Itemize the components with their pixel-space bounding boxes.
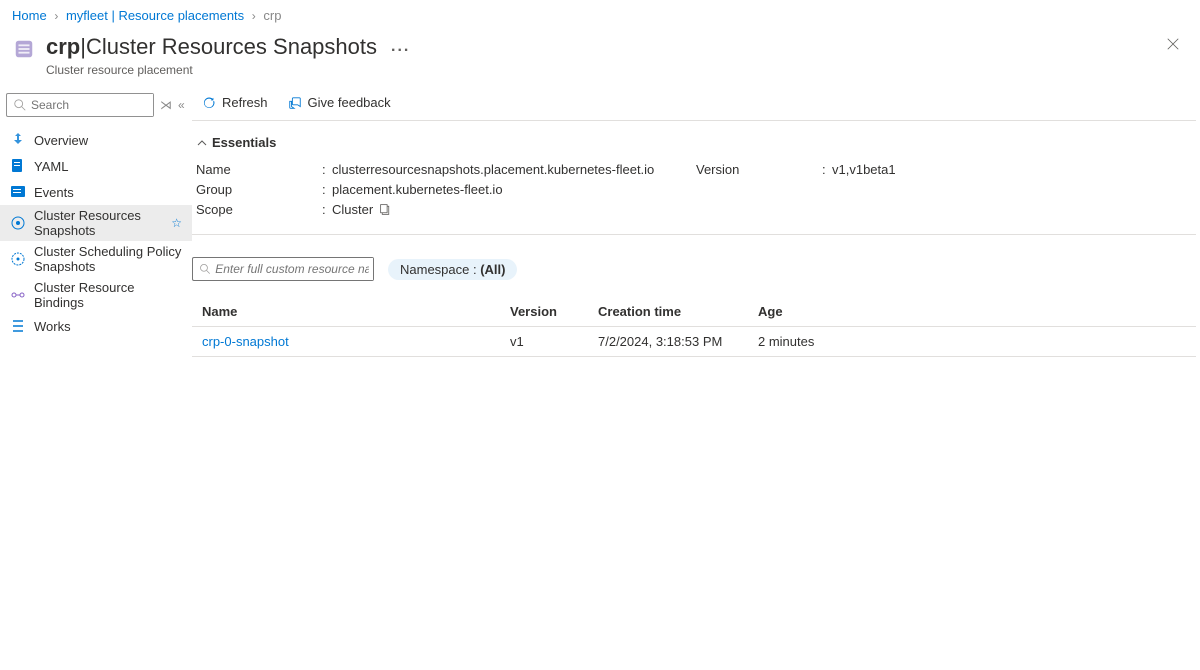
scheduling-icon xyxy=(10,251,26,267)
bindings-icon xyxy=(10,287,26,303)
search-icon xyxy=(199,262,211,276)
sidebar-item-events[interactable]: Events xyxy=(0,179,192,205)
feedback-label: Give feedback xyxy=(308,95,391,110)
sidebar-item-label: Cluster Resources Snapshots xyxy=(34,208,165,238)
sidebar-item-label: Events xyxy=(34,185,182,200)
command-bar: Refresh Give feedback xyxy=(192,87,1196,121)
breadcrumb-separator-icon: › xyxy=(252,9,256,23)
more-actions-button[interactable]: ... xyxy=(391,33,410,61)
namespace-filter-value: (All) xyxy=(480,262,505,277)
essentials-version-label: Version xyxy=(696,162,822,177)
table-header-row: Name Version Creation time Age xyxy=(192,297,1196,327)
column-header-age[interactable]: Age xyxy=(750,297,1196,327)
refresh-icon xyxy=(202,96,216,110)
filter-bar: Namespace : (All) xyxy=(192,235,1196,297)
works-icon xyxy=(10,318,26,334)
sidebar-item-cluster-resources-snapshots[interactable]: Cluster Resources Snapshots ☆ xyxy=(0,205,192,241)
refresh-label: Refresh xyxy=(222,95,268,110)
essentials-group-label: Group xyxy=(196,182,322,197)
resources-table: Name Version Creation time Age crp-0-sna… xyxy=(192,297,1196,357)
sidebar-item-label: Works xyxy=(34,319,182,334)
resource-age: 2 minutes xyxy=(750,327,1196,357)
favorite-star-icon[interactable]: ☆ xyxy=(171,216,182,230)
breadcrumb-link-fleet[interactable]: myfleet | Resource placements xyxy=(66,8,244,23)
overview-icon xyxy=(10,132,26,148)
essentials-name-value: clusterresourcesnapshots.placement.kuber… xyxy=(332,162,654,177)
page-header: crp | Cluster Resources Snapshots ... Cl… xyxy=(0,29,1200,87)
essentials-scope-value: Cluster xyxy=(332,202,373,217)
essentials-section: Essentials Name : clusterresourcesnapsho… xyxy=(192,121,1196,235)
sidebar-search-box[interactable] xyxy=(6,93,154,117)
feedback-icon xyxy=(288,96,302,110)
main-content: Refresh Give feedback Essentials Name : … xyxy=(192,87,1200,670)
sidebar-item-label: Cluster Scheduling Policy Snapshots xyxy=(34,244,182,274)
copy-icon[interactable] xyxy=(379,203,392,216)
sidebar-item-works[interactable]: Works xyxy=(0,313,192,339)
essentials-name-label: Name xyxy=(196,162,322,177)
resource-creation-time: 7/2/2024, 3:18:53 PM xyxy=(590,327,750,357)
events-icon xyxy=(10,184,26,200)
search-icon xyxy=(13,98,27,112)
essentials-toggle[interactable]: Essentials xyxy=(192,135,1196,150)
refresh-button[interactable]: Refresh xyxy=(198,93,272,112)
give-feedback-button[interactable]: Give feedback xyxy=(284,93,395,112)
page-subtitle: Cluster resource placement xyxy=(46,63,410,77)
collapse-icon[interactable]: « xyxy=(178,98,185,112)
essentials-version-value: v1,v1beta1 xyxy=(832,162,896,177)
sidebar-item-resource-bindings[interactable]: Cluster Resource Bindings xyxy=(0,277,192,313)
breadcrumb-link-home[interactable]: Home xyxy=(12,8,47,23)
resource-version: v1 xyxy=(502,327,590,357)
sidebar-item-overview[interactable]: Overview xyxy=(0,127,192,153)
page-title: crp | Cluster Resources Snapshots ... xyxy=(46,33,410,61)
resource-name-filter-input[interactable] xyxy=(215,258,373,280)
resource-type-icon xyxy=(12,37,36,61)
sidebar-item-scheduling-policy-snapshots[interactable]: Cluster Scheduling Policy Snapshots xyxy=(0,241,192,277)
essentials-header-label: Essentials xyxy=(212,135,276,150)
column-header-creation-time[interactable]: Creation time xyxy=(590,297,750,327)
sidebar-item-label: Overview xyxy=(34,133,182,148)
breadcrumb: Home › myfleet | Resource placements › c… xyxy=(0,0,1200,29)
sidebar-item-yaml[interactable]: YAML xyxy=(0,153,192,179)
namespace-filter-label: Namespace : xyxy=(400,262,480,277)
sidebar-item-label: YAML xyxy=(34,159,182,174)
column-header-name[interactable]: Name xyxy=(192,297,502,327)
essentials-scope-label: Scope xyxy=(196,202,322,217)
sidebar-item-label: Cluster Resource Bindings xyxy=(34,280,182,310)
resource-name-link[interactable]: crp-0-snapshot xyxy=(202,334,289,349)
close-button[interactable] xyxy=(1162,33,1184,60)
chevron-up-icon xyxy=(196,137,208,149)
namespace-filter-pill[interactable]: Namespace : (All) xyxy=(388,259,517,280)
table-row[interactable]: crp-0-snapshot v1 7/2/2024, 3:18:53 PM 2… xyxy=(192,327,1196,357)
unpin-icon[interactable]: ⋊ xyxy=(160,98,172,112)
breadcrumb-current: crp xyxy=(263,8,281,23)
essentials-group-value: placement.kubernetes-fleet.io xyxy=(332,182,503,197)
sidebar: ⋊ « Overview YAML Events Cluster Resourc… xyxy=(0,87,192,670)
yaml-icon xyxy=(10,158,26,174)
snapshot-icon xyxy=(10,215,26,231)
breadcrumb-separator-icon: › xyxy=(54,9,58,23)
title-section: Cluster Resources Snapshots xyxy=(86,34,377,60)
sidebar-search-input[interactable] xyxy=(31,94,153,116)
column-header-version[interactable]: Version xyxy=(502,297,590,327)
title-main: crp xyxy=(46,34,80,60)
resource-name-filter-box[interactable] xyxy=(192,257,374,281)
